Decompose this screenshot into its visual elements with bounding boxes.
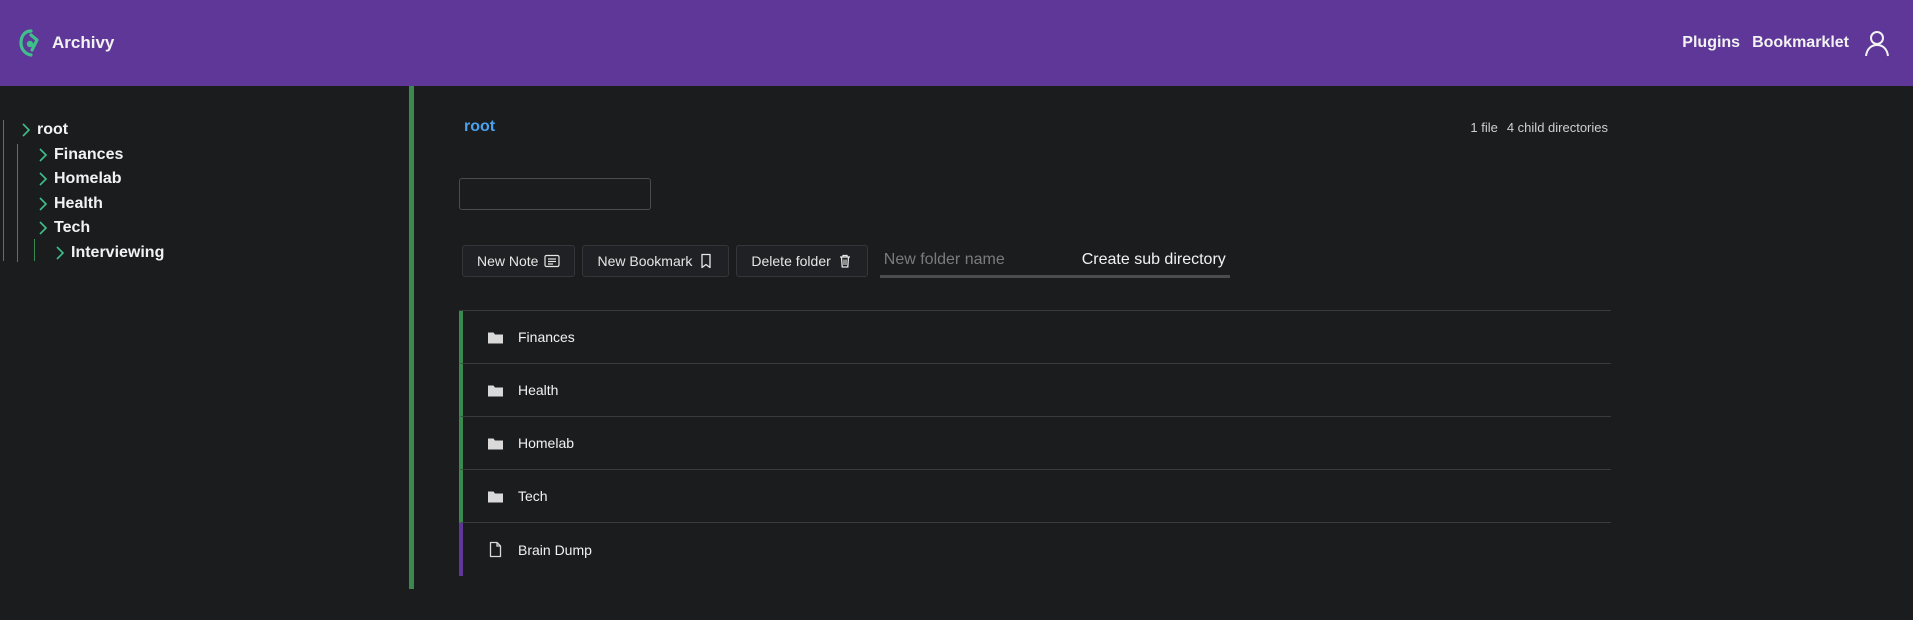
- folder-icon: [488, 438, 503, 449]
- card-text-icon: [544, 254, 561, 268]
- directory-counts: 1 file 4 child directories: [1470, 120, 1608, 135]
- entry-name: Finances: [518, 329, 575, 345]
- brand[interactable]: Archivy: [18, 28, 114, 58]
- sidebar-tree-panel: root Finances Homelab Health Tech Interv…: [0, 86, 414, 589]
- tree-item-label: Finances: [54, 145, 124, 163]
- chevron-right-icon: [56, 246, 65, 260]
- delete-folder-button[interactable]: Delete folder: [736, 245, 868, 277]
- tree-item-label: Interviewing: [71, 243, 165, 261]
- plugins-link[interactable]: Plugins: [1682, 34, 1740, 52]
- tree-item-root[interactable]: root: [3, 118, 164, 143]
- list-item-folder[interactable]: Homelab: [459, 417, 1611, 470]
- brand-name: Archivy: [52, 33, 115, 52]
- list-item-file[interactable]: Brain Dump: [459, 523, 1611, 576]
- tree-item-label: Health: [54, 194, 103, 212]
- create-sub-directory-button[interactable]: Create sub directory: [1082, 251, 1226, 269]
- breadcrumb-row: root 1 file 4 child directories: [459, 118, 1611, 136]
- tree-item-interviewing[interactable]: Interviewing: [3, 241, 164, 266]
- search-input[interactable]: [459, 178, 651, 210]
- new-folder-form: Create sub directory: [879, 244, 1230, 278]
- file-icon: [489, 541, 502, 558]
- chevron-right-icon: [39, 197, 48, 211]
- nav-right: Plugins Bookmarklet: [1682, 29, 1891, 57]
- new-note-label: New Note: [477, 253, 539, 269]
- tree-item-label: Tech: [54, 219, 91, 237]
- tree-item-label: root: [37, 121, 69, 139]
- delete-folder-label: Delete folder: [751, 253, 831, 269]
- new-note-button[interactable]: New Note: [462, 245, 576, 277]
- folder-icon: [488, 385, 503, 396]
- bookmarklet-link[interactable]: Bookmarklet: [1752, 34, 1849, 52]
- directory-listing: Finances Health Homelab Tech Brain Dump: [459, 310, 1611, 576]
- new-bookmark-button[interactable]: New Bookmark: [582, 245, 730, 277]
- child-dir-count: 4 child directories: [1506, 119, 1608, 135]
- folder-tree: root Finances Homelab Health Tech Interv…: [3, 118, 164, 265]
- chevron-right-icon: [39, 172, 48, 186]
- entry-name: Tech: [518, 488, 548, 504]
- tree-item-tech[interactable]: Tech: [3, 216, 164, 241]
- entry-name: Health: [518, 382, 559, 398]
- folder-icon: [488, 332, 503, 343]
- entry-name: Homelab: [518, 435, 575, 451]
- new-bookmark-label: New Bookmark: [597, 253, 693, 269]
- user-icon[interactable]: [1863, 29, 1891, 57]
- breadcrumb-root[interactable]: root: [464, 118, 495, 136]
- tree-item-health[interactable]: Health: [3, 192, 164, 217]
- list-item-folder[interactable]: Tech: [459, 470, 1611, 523]
- chevron-right-icon: [39, 221, 48, 235]
- new-folder-name-input[interactable]: [883, 250, 1064, 269]
- archivy-logo-icon: [19, 29, 39, 57]
- action-bar: New Note New Bookmark Delete folder New …: [462, 244, 1230, 278]
- list-item-folder[interactable]: Health: [459, 364, 1611, 417]
- list-item-folder[interactable]: Finances: [459, 311, 1611, 364]
- tree-item-finances[interactable]: Finances: [3, 143, 164, 168]
- bookmark-icon: [701, 253, 712, 269]
- trash-icon: [839, 254, 850, 268]
- folder-icon: [488, 491, 503, 502]
- top-navbar: Archivy Plugins Bookmarklet: [0, 0, 1913, 86]
- chevron-right-icon: [22, 123, 31, 137]
- tree-item-homelab[interactable]: Homelab: [3, 167, 164, 192]
- tree-item-label: Homelab: [54, 170, 122, 188]
- chevron-right-icon: [39, 148, 48, 162]
- file-count: 1 file: [1470, 119, 1498, 135]
- entry-name: Brain Dump: [518, 541, 592, 558]
